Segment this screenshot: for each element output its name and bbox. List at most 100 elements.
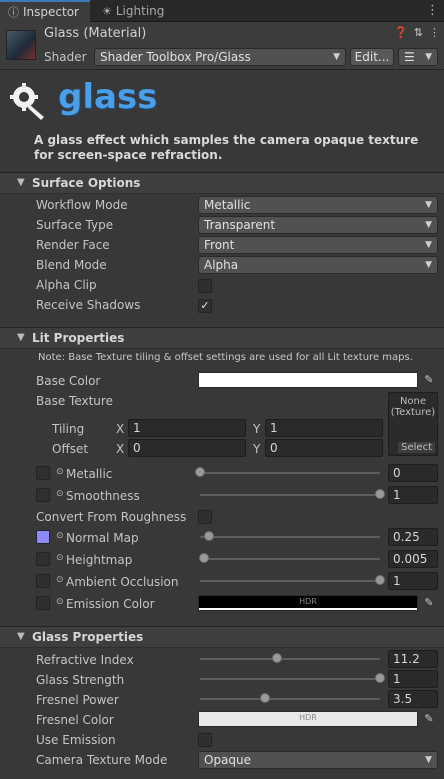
kebab-icon[interactable]: ⋮	[429, 26, 440, 39]
settings-sliders-icon[interactable]: ⇅	[414, 26, 423, 39]
render-face-dropdown[interactable]: Front ▼	[198, 236, 438, 254]
refractive-index-input[interactable]: 11.2	[388, 650, 438, 668]
info-icon: ⓘ	[8, 6, 19, 19]
kebab-menu-icon[interactable]: ⋮	[426, 3, 439, 18]
shader-menu-dropdown[interactable]: ☰ ▼	[398, 48, 438, 66]
help-icon[interactable]: ❓	[394, 26, 408, 39]
chevron-down-icon: ▼	[425, 200, 432, 210]
offset-label: Offset	[52, 442, 89, 456]
shader-dropdown[interactable]: Shader Toolbox Pro/Glass ▼	[94, 48, 346, 66]
glass-properties-header[interactable]: ▼ Glass Properties	[0, 626, 444, 648]
workflow-mode-label: Workflow Mode	[36, 198, 128, 212]
tab-bar: ⓘ Inspector ☀ Lighting ⋮	[0, 0, 444, 22]
tab-inspector-label: Inspector	[23, 5, 79, 19]
normal-map-input[interactable]: 0.25	[388, 528, 438, 546]
shader-dropdown-value: Shader Toolbox Pro/Glass	[100, 50, 251, 64]
eyedropper-icon[interactable]: ✎	[422, 373, 436, 387]
surface-options-title: Surface Options	[32, 176, 141, 190]
blend-mode-value: Alpha	[204, 258, 239, 272]
glass-strength-slider-track[interactable]	[200, 678, 380, 680]
shader-logo-text: glass	[58, 77, 158, 117]
glass-strength-input[interactable]: 1	[388, 670, 438, 688]
heightmap-label: Heightmap	[66, 553, 133, 567]
emission-color-field[interactable]: HDR	[198, 595, 418, 611]
refractive-index-slider-thumb[interactable]	[272, 653, 283, 663]
checkmark-icon: ✓	[200, 299, 210, 312]
chevron-down-icon: ▼	[425, 755, 432, 765]
gear-wrench-logo-icon	[10, 83, 44, 120]
alpha-clip-label: Alpha Clip	[36, 278, 97, 292]
edit-shader-button[interactable]: Edit...	[350, 48, 394, 66]
offset-x-input[interactable]: 0	[128, 439, 246, 457]
lit-properties-header[interactable]: ▼ Lit Properties	[0, 327, 444, 349]
tiling-x-input[interactable]: 1	[128, 419, 246, 437]
material-thumbnail	[6, 30, 36, 60]
target-circle-icon[interactable]: ⊙	[56, 467, 64, 477]
receive-shadows-checkbox[interactable]: ✓	[198, 299, 212, 313]
tiling-y-input[interactable]: 1	[265, 419, 383, 437]
normal-map-texture-slot[interactable]	[36, 530, 50, 544]
receive-shadows-label: Receive Shadows	[36, 298, 141, 312]
normal-map-slider-thumb[interactable]	[204, 531, 214, 541]
workflow-mode-value: Metallic	[204, 198, 251, 212]
smoothness-slider-thumb[interactable]	[375, 489, 385, 499]
ao-texture-slot[interactable]	[36, 574, 50, 588]
normal-map-slider-track[interactable]	[200, 536, 380, 538]
tab-lighting-label: Lighting	[115, 4, 165, 18]
base-texture-label: Base Texture	[36, 394, 113, 408]
ao-slider-track[interactable]	[200, 580, 380, 582]
workflow-mode-dropdown[interactable]: Metallic ▼	[198, 196, 438, 214]
fresnel-color-field[interactable]: HDR	[198, 711, 418, 727]
target-circle-icon[interactable]: ⊙	[56, 597, 64, 607]
emission-texture-slot[interactable]	[36, 596, 50, 610]
refractive-index-slider-track[interactable]	[200, 658, 380, 660]
target-circle-icon[interactable]: ⊙	[56, 489, 64, 499]
target-circle-icon[interactable]: ⊙	[56, 553, 64, 563]
emission-color-label: Emission Color	[66, 597, 155, 611]
eyedropper-icon[interactable]: ✎	[422, 712, 436, 726]
heightmap-slider-track[interactable]	[200, 558, 380, 560]
fresnel-power-slider-thumb[interactable]	[259, 693, 270, 703]
tiling-x-label: X	[116, 422, 125, 436]
surface-options-header[interactable]: ▼ Surface Options	[0, 172, 444, 194]
heightmap-slider-thumb[interactable]	[198, 553, 209, 563]
offset-y-input[interactable]: 0	[265, 439, 383, 457]
surface-type-dropdown[interactable]: Transparent ▼	[198, 216, 438, 234]
convert-roughness-checkbox[interactable]	[198, 510, 212, 524]
base-color-label: Base Color	[36, 374, 101, 388]
metallic-texture-slot[interactable]	[36, 466, 50, 480]
tab-lighting[interactable]: ☀ Lighting	[94, 0, 174, 22]
blend-mode-dropdown[interactable]: Alpha ▼	[198, 256, 438, 274]
fresnel-power-slider-track[interactable]	[200, 698, 380, 700]
target-circle-icon[interactable]: ⊙	[56, 575, 64, 585]
base-texture-slot[interactable]: None (Texture) Select	[388, 392, 438, 456]
eyedropper-icon[interactable]: ✎	[422, 596, 436, 610]
camera-texture-mode-dropdown[interactable]: Opaque ▼	[198, 751, 438, 769]
alpha-clip-checkbox[interactable]	[198, 279, 212, 293]
chevron-down-icon: ▼	[425, 260, 432, 270]
glass-strength-slider-thumb[interactable]	[375, 673, 385, 683]
target-circle-icon[interactable]: ⊙	[56, 531, 64, 541]
base-color-field[interactable]	[198, 372, 418, 388]
metallic-slider-thumb[interactable]	[195, 467, 205, 477]
smoothness-texture-slot[interactable]	[36, 488, 50, 502]
heightmap-input[interactable]: 0.005	[388, 550, 438, 568]
smoothness-slider-track[interactable]	[200, 494, 380, 496]
ao-input[interactable]: 1	[388, 572, 438, 590]
fresnel-power-input[interactable]: 3.5	[388, 690, 438, 708]
tab-inspector[interactable]: ⓘ Inspector	[0, 0, 90, 22]
lit-properties-title: Lit Properties	[32, 331, 125, 345]
shader-logo-area: glass A glass effect which samples the c…	[0, 71, 444, 171]
metallic-input[interactable]: 0	[388, 464, 438, 482]
heightmap-texture-slot[interactable]	[36, 552, 50, 566]
use-emission-checkbox[interactable]	[198, 733, 212, 747]
tiling-y-label: Y	[253, 422, 261, 436]
texture-select-button[interactable]: Select	[398, 442, 435, 453]
metallic-slider-track[interactable]	[200, 472, 380, 474]
smoothness-input[interactable]: 1	[388, 486, 438, 504]
ao-slider-thumb[interactable]	[375, 575, 385, 585]
shader-description: A glass effect which samples the camera …	[34, 133, 419, 162]
glass-properties-title: Glass Properties	[32, 630, 144, 644]
foldout-triangle-icon: ▼	[17, 631, 25, 642]
normal-map-label: Normal Map	[66, 531, 139, 545]
